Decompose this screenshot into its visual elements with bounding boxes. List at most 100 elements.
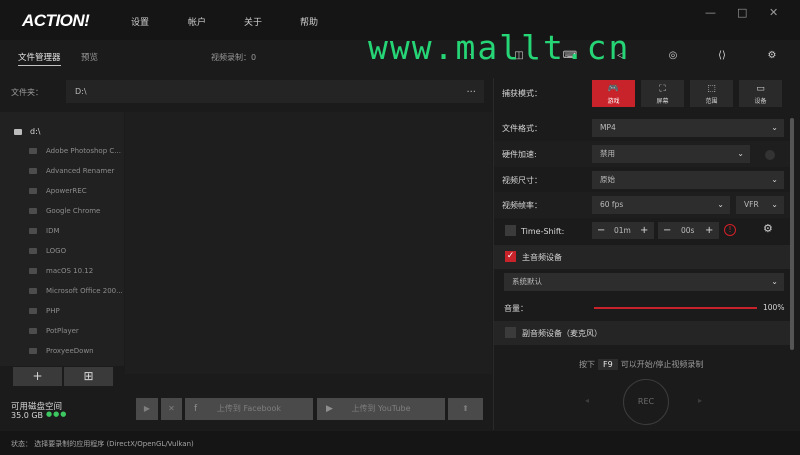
- add-folder-button[interactable]: +: [13, 367, 62, 386]
- seconds-value: 00s: [681, 226, 695, 235]
- folder-label: 文件夹：: [11, 88, 43, 97]
- disk-space-value: 35.0 GB: [11, 411, 44, 420]
- tree-item-label: macOS 10.12: [46, 267, 94, 275]
- tree-item[interactable]: PotPlayer: [29, 327, 123, 335]
- settings-scrollbar[interactable]: [790, 118, 794, 350]
- menu-settings[interactable]: 设置: [131, 15, 149, 28]
- folder-icon: [29, 348, 37, 354]
- capture-mode-label: 捕获模式：: [502, 89, 542, 98]
- setting-video-size: 视频尺寸： 原始 ⌄: [494, 167, 790, 193]
- setting-hw-accel: 硬件加速: 禁用 ⌄: [494, 141, 790, 167]
- tree-item-label: Microsoft Office 200...: [46, 287, 123, 295]
- tab-file-manager[interactable]: 文件管理器: [18, 51, 61, 66]
- browse-folder-button[interactable]: ...: [466, 84, 476, 95]
- capture-mode-region[interactable]: ⬚ 范围: [690, 80, 733, 107]
- tree-item-label: LOGO: [46, 247, 67, 255]
- upload-youtube-label: 上传到 YouTube: [351, 404, 411, 413]
- seconds-decrement-button[interactable]: −: [663, 222, 671, 239]
- tree-item[interactable]: IDM: [29, 227, 123, 235]
- chevron-down-icon: ⌄: [771, 175, 778, 184]
- device-icon: ▭: [756, 84, 765, 94]
- upload-button[interactable]: ⬆: [448, 398, 483, 420]
- close-button[interactable]: ✕: [769, 6, 778, 19]
- timeshift-minutes-stepper[interactable]: − 01m +: [592, 222, 654, 239]
- minutes-decrement-button[interactable]: −: [597, 222, 605, 239]
- chevron-down-icon: ⌄: [771, 123, 778, 132]
- tree-item[interactable]: Microsoft Office 200...: [29, 287, 123, 295]
- tree-item-label: ApowerREC: [46, 187, 87, 195]
- folder-icon: [29, 308, 37, 314]
- frame-rate-value: 60 fps: [600, 200, 624, 209]
- tree-item[interactable]: macOS 10.12: [29, 267, 123, 275]
- mic-audio-checkbox[interactable]: [505, 327, 516, 338]
- tree-item-label: Advanced Renamer: [46, 167, 115, 175]
- chevron-right-icon[interactable]: ▸: [698, 396, 702, 405]
- capture-mode-game[interactable]: 🎮 游戏: [592, 80, 635, 107]
- file-format-select[interactable]: MP4 ⌄: [592, 119, 784, 137]
- minutes-increment-button[interactable]: +: [640, 222, 648, 239]
- overlay-icon[interactable]: ⟨⟩: [712, 50, 732, 64]
- tree-item[interactable]: PHP: [29, 307, 123, 315]
- folder-settings-button[interactable]: ⊞: [64, 367, 113, 386]
- tree-item[interactable]: ApowerREC: [29, 187, 123, 195]
- timeshift-seconds-stepper[interactable]: − 00s +: [658, 222, 719, 239]
- folder-icon: [29, 208, 37, 214]
- frame-rate-mode-select[interactable]: VFR ⌄: [736, 196, 784, 214]
- play-button[interactable]: ▶: [136, 398, 158, 420]
- tree-root-item[interactable]: d:\: [14, 127, 40, 136]
- app-logo: ACTION!: [22, 11, 90, 30]
- hotkey-prefix: 按下: [579, 360, 595, 369]
- hotkey-suffix: 可以开始/停止视频录制: [620, 360, 704, 369]
- chevron-left-icon[interactable]: ◂: [585, 396, 589, 405]
- file-format-label: 文件格式：: [502, 124, 542, 133]
- volume-slider[interactable]: [594, 307, 757, 309]
- menu-account[interactable]: 帐户: [188, 15, 206, 28]
- delete-button[interactable]: ✕: [161, 398, 182, 420]
- timeshift-checkbox[interactable]: [505, 225, 516, 236]
- menu-about[interactable]: 关于: [244, 15, 262, 28]
- setting-file-format: 文件格式： MP4 ⌄: [494, 115, 790, 141]
- folder-icon: [29, 288, 37, 294]
- maximize-button[interactable]: □: [737, 6, 747, 19]
- close-icon: ✕: [168, 404, 175, 413]
- gear-icon[interactable]: ⚙: [762, 50, 782, 64]
- hw-accel-select[interactable]: 禁用 ⌄: [592, 145, 750, 163]
- upload-youtube-button[interactable]: ▶ 上传到 YouTube: [317, 398, 445, 420]
- tree-item[interactable]: Google Chrome: [29, 207, 123, 215]
- frame-rate-mode-value: VFR: [744, 200, 759, 209]
- camera-icon[interactable]: ◎: [663, 50, 683, 64]
- gear-icon[interactable]: ⚙: [763, 222, 773, 235]
- video-size-select[interactable]: 原始 ⌄: [592, 171, 784, 189]
- folder-path-field[interactable]: D:\ ...: [66, 80, 484, 103]
- warning-icon[interactable]: !: [724, 224, 736, 236]
- hotkey-hint: 按下 F9 可以开始/停止视频录制: [579, 359, 703, 370]
- upload-facebook-button[interactable]: f 上传到 Facebook: [185, 398, 313, 420]
- folder-icon: [29, 228, 37, 234]
- chevron-down-icon: ⌄: [771, 200, 778, 209]
- main-audio-device-value: 系统默认: [512, 277, 542, 286]
- video-list[interactable]: [125, 112, 492, 374]
- main-audio-header: ✓ 主音频设备: [494, 245, 790, 269]
- main-audio-device-select[interactable]: 系统默认 ⌄: [504, 273, 784, 291]
- frame-rate-select[interactable]: 60 fps ⌄: [592, 196, 730, 214]
- capture-mode-device[interactable]: ▭ 设备: [739, 80, 782, 107]
- video-size-value: 原始: [600, 175, 615, 184]
- record-button[interactable]: REC: [623, 379, 669, 425]
- minimize-button[interactable]: —: [705, 6, 716, 19]
- tree-item[interactable]: Adobe Photoshop C...: [29, 147, 123, 155]
- capture-mode-screen[interactable]: ⛶ 屏幕: [641, 80, 684, 107]
- menu-help[interactable]: 帮助: [300, 15, 318, 28]
- tab-preview[interactable]: 预览: [81, 51, 98, 63]
- hw-accel-value: 禁用: [600, 149, 615, 158]
- tree-item[interactable]: LOGO: [29, 247, 123, 255]
- tree-item[interactable]: Advanced Renamer: [29, 167, 123, 175]
- tree-item[interactable]: ProxyeeDown: [29, 347, 123, 355]
- seconds-increment-button[interactable]: +: [705, 222, 713, 239]
- folder-icon: [29, 168, 37, 174]
- capture-mode-label-game: 游戏: [607, 98, 620, 105]
- status-text: 状态： 选择要录制的应用程序 (DirectX/OpenGL/Vulkan): [11, 440, 194, 448]
- volume-label: 音量：: [504, 304, 528, 313]
- status-bar: 状态： 选择要录制的应用程序 (DirectX/OpenGL/Vulkan): [0, 431, 800, 455]
- main-audio-checkbox[interactable]: ✓: [505, 251, 516, 262]
- main-audio-label: 主音频设备: [522, 253, 562, 262]
